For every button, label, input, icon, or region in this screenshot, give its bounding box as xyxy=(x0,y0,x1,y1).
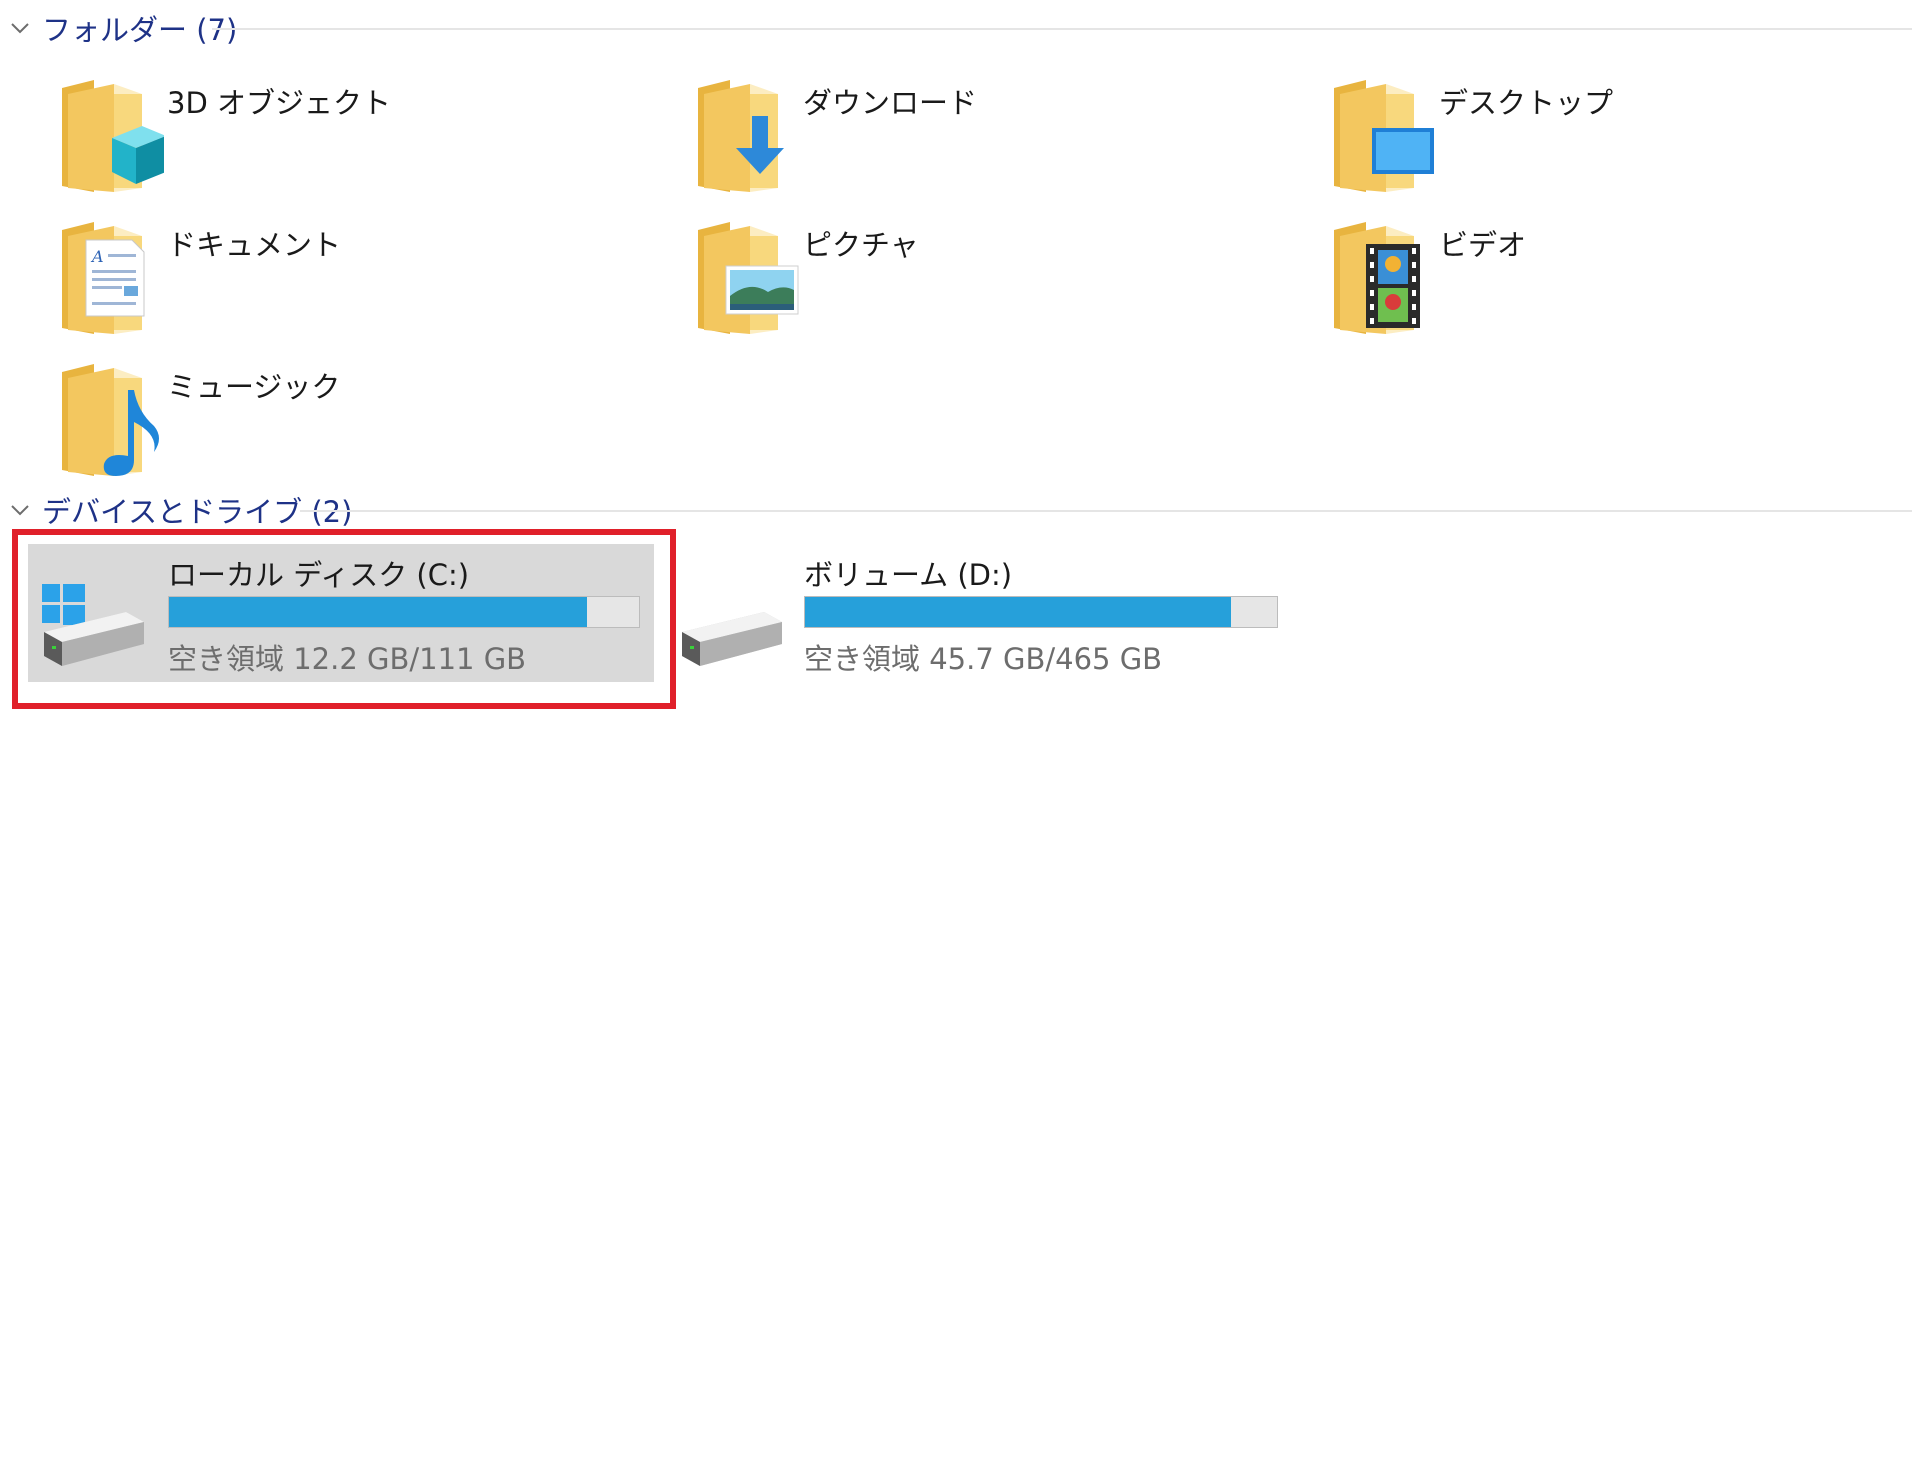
folder-item-videos[interactable]: ビデオ xyxy=(1326,218,1886,348)
folder-item-pictures[interactable]: ピクチャ xyxy=(690,218,1250,348)
folder-label: ビデオ xyxy=(1439,228,1527,262)
folder-item-desktop[interactable]: デスクトップ xyxy=(1326,76,1886,206)
folder-item-music[interactable]: ミュージック xyxy=(54,360,614,490)
folder-item-documents[interactable]: A ドキュメント xyxy=(54,218,614,348)
folder-label: ドキュメント xyxy=(167,228,342,262)
drive-free-space: 空き領域 45.7 GB/465 GB xyxy=(804,642,1163,676)
videos-icon xyxy=(1326,218,1420,338)
drive-usage-bar xyxy=(804,596,1278,628)
chevron-down-icon xyxy=(11,23,29,34)
folder-label: 3D オブジェクト xyxy=(167,86,391,120)
desktop-icon xyxy=(1326,76,1434,196)
downloads-icon xyxy=(690,76,784,196)
folders-group-header[interactable]: フォルダー (7) xyxy=(8,6,237,50)
folder-item-3d-objects[interactable]: 3D オブジェクト xyxy=(54,76,614,206)
chevron-down-icon xyxy=(11,505,29,516)
drive-item-d[interactable]: ボリューム (D:) 空き領域 45.7 GB/465 GB xyxy=(664,544,1290,682)
drive-usage-fill xyxy=(805,597,1231,627)
pictures-icon xyxy=(690,218,799,338)
3d-objects-icon xyxy=(54,76,164,196)
svg-text:A: A xyxy=(90,247,104,266)
drive-name: ボリューム (D:) xyxy=(804,558,1013,592)
group-title: フォルダー (7) xyxy=(42,13,238,47)
folder-label: ミュージック xyxy=(167,370,341,404)
music-icon xyxy=(54,360,159,476)
highlight-box xyxy=(12,529,676,709)
documents-icon: A xyxy=(54,218,145,338)
folder-label: ダウンロード xyxy=(803,86,978,120)
folder-label: デスクトップ xyxy=(1439,86,1614,120)
drive-icon xyxy=(682,612,782,666)
folder-label: ピクチャ xyxy=(803,228,919,262)
folder-item-downloads[interactable]: ダウンロード xyxy=(690,76,1250,206)
